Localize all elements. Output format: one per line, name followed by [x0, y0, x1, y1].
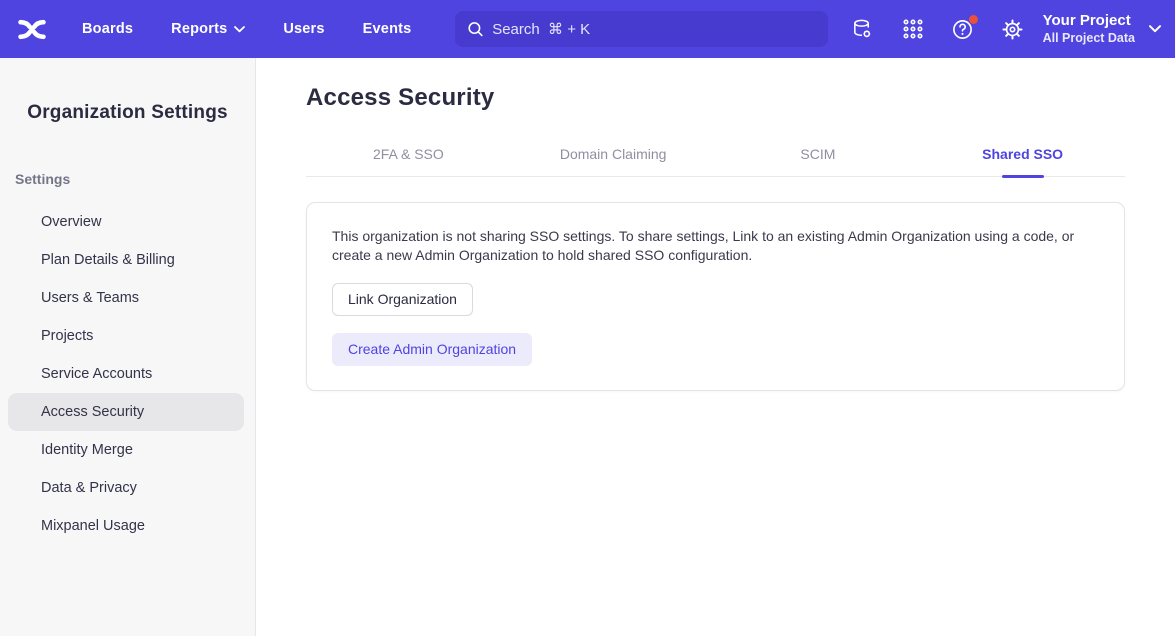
tab-domain-claiming-label: Domain Claiming — [560, 146, 667, 176]
primary-nav: Boards Reports Users Events — [82, 21, 411, 37]
create-admin-organization-button[interactable]: Create Admin Organization — [332, 333, 532, 366]
mixpanel-logo-icon[interactable] — [16, 16, 48, 42]
main-panel: Access Security 2FA & SSO Domain Claimin… — [256, 58, 1175, 636]
tab-scim[interactable]: SCIM — [716, 146, 921, 176]
sidebar-item-service-accounts[interactable]: Service Accounts — [8, 355, 244, 393]
sidebar-item-overview[interactable]: Overview — [8, 203, 244, 241]
card-actions: Link Organization Create Admin Organizat… — [332, 265, 1099, 366]
nav-item-events[interactable]: Events — [363, 21, 412, 37]
project-switcher[interactable]: Your Project All Project Data — [1043, 12, 1161, 46]
settings-gear-icon[interactable] — [1001, 17, 1025, 41]
tab-scim-label: SCIM — [800, 146, 835, 176]
sidebar-item-plan-details-billing[interactable]: Plan Details & Billing — [8, 241, 244, 279]
search-area — [411, 11, 850, 47]
nav-item-boards[interactable]: Boards — [82, 21, 133, 37]
notification-dot — [969, 15, 978, 24]
page-title: Access Security — [306, 84, 1125, 112]
nav-item-users[interactable]: Users — [283, 21, 324, 37]
tab-shared-sso[interactable]: Shared SSO — [920, 146, 1125, 176]
top-navbar: Boards Reports Users Events — [0, 0, 1175, 58]
page-body: Organization Settings Settings Overview … — [0, 58, 1175, 636]
sidebar-section-label: Settings — [15, 171, 255, 187]
project-switcher-text: Your Project All Project Data — [1043, 12, 1135, 46]
search-icon — [467, 20, 484, 38]
chevron-down-icon — [234, 26, 245, 33]
data-management-icon[interactable] — [851, 17, 875, 41]
sidebar-item-users-teams[interactable]: Users & Teams — [8, 279, 244, 317]
sidebar: Organization Settings Settings Overview … — [0, 58, 256, 636]
nav-item-reports[interactable]: Reports — [171, 21, 245, 37]
sidebar-title: Organization Settings — [0, 102, 255, 124]
search-input[interactable] — [492, 21, 815, 38]
link-organization-button[interactable]: Link Organization — [332, 283, 473, 316]
search-bar[interactable] — [455, 11, 828, 47]
sidebar-item-data-privacy[interactable]: Data & Privacy — [8, 469, 244, 507]
sidebar-item-access-security[interactable]: Access Security — [8, 393, 244, 431]
navbar-icon-group — [851, 17, 1025, 41]
chevron-down-icon — [1149, 25, 1161, 33]
shared-sso-card: This organization is not sharing SSO set… — [306, 202, 1125, 391]
sidebar-item-identity-merge[interactable]: Identity Merge — [8, 431, 244, 469]
help-icon[interactable] — [951, 17, 975, 41]
tab-2fa-sso-label: 2FA & SSO — [373, 146, 444, 176]
project-data-scope: All Project Data — [1043, 31, 1135, 47]
nav-item-reports-label: Reports — [171, 21, 227, 37]
apps-grid-icon[interactable] — [901, 17, 925, 41]
sidebar-item-projects[interactable]: Projects — [8, 317, 244, 355]
shared-sso-description: This organization is not sharing SSO set… — [332, 227, 1092, 265]
tab-shared-sso-label: Shared SSO — [982, 146, 1063, 176]
tab-2fa-sso[interactable]: 2FA & SSO — [306, 146, 511, 176]
project-name: Your Project — [1043, 12, 1135, 31]
tab-bar: 2FA & SSO Domain Claiming SCIM Shared SS… — [306, 146, 1125, 177]
tab-domain-claiming[interactable]: Domain Claiming — [511, 146, 716, 176]
sidebar-item-mixpanel-usage[interactable]: Mixpanel Usage — [8, 507, 244, 545]
